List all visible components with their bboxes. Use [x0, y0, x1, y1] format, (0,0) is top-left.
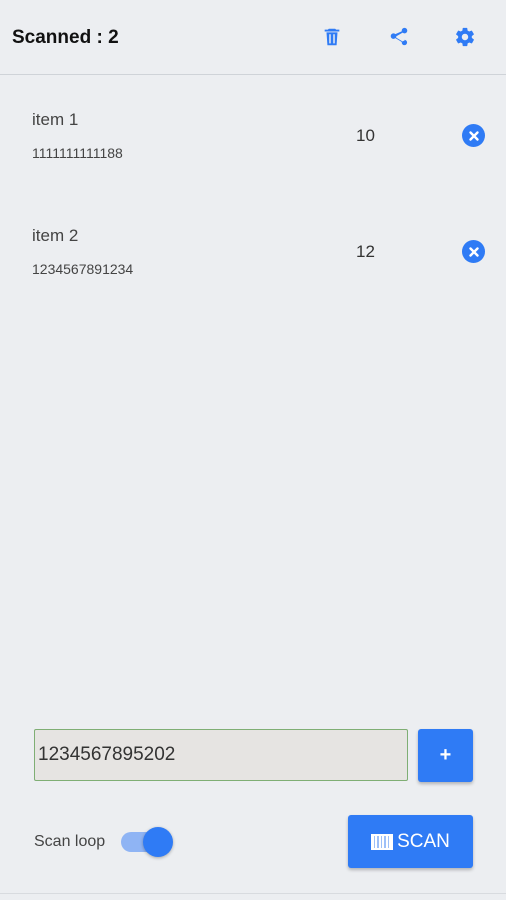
scan-button[interactable]: SCAN [348, 815, 473, 868]
settings-button[interactable] [452, 24, 478, 50]
list-item: item 1 1111111111188 10 [0, 110, 506, 200]
scan-button-label: SCAN [397, 830, 450, 852]
share-button[interactable] [386, 24, 412, 50]
delete-all-button[interactable] [319, 24, 345, 50]
item-name: item 2 [32, 226, 79, 245]
item-barcode: 1234567891234 [32, 261, 134, 277]
remove-item-button[interactable] [462, 124, 485, 147]
barcode-icon [371, 833, 394, 850]
item-quantity: 12 [356, 242, 375, 261]
remove-item-button[interactable] [462, 240, 485, 263]
page-title: Scanned : 2 [12, 27, 119, 48]
list-item: item 2 1234567891234 12 [0, 226, 506, 316]
scanner-app: Scanned : 2 item 1 1111111111188 10 item… [0, 0, 506, 900]
toggle-thumb [143, 827, 173, 857]
barcode-input[interactable] [34, 729, 408, 781]
item-barcode: 1111111111188 [32, 145, 123, 161]
close-icon [468, 130, 479, 141]
item-name: item 1 [32, 110, 79, 129]
trash-icon [324, 28, 340, 46]
divider [0, 893, 506, 894]
scan-loop-label: Scan loop [34, 833, 106, 850]
header-bar: Scanned : 2 [0, 0, 506, 75]
scan-loop-toggle[interactable] [121, 827, 173, 857]
gear-icon [456, 27, 474, 47]
share-icon [390, 27, 408, 46]
add-button[interactable]: + [418, 729, 473, 782]
item-quantity: 10 [356, 126, 375, 145]
close-icon [468, 246, 479, 257]
